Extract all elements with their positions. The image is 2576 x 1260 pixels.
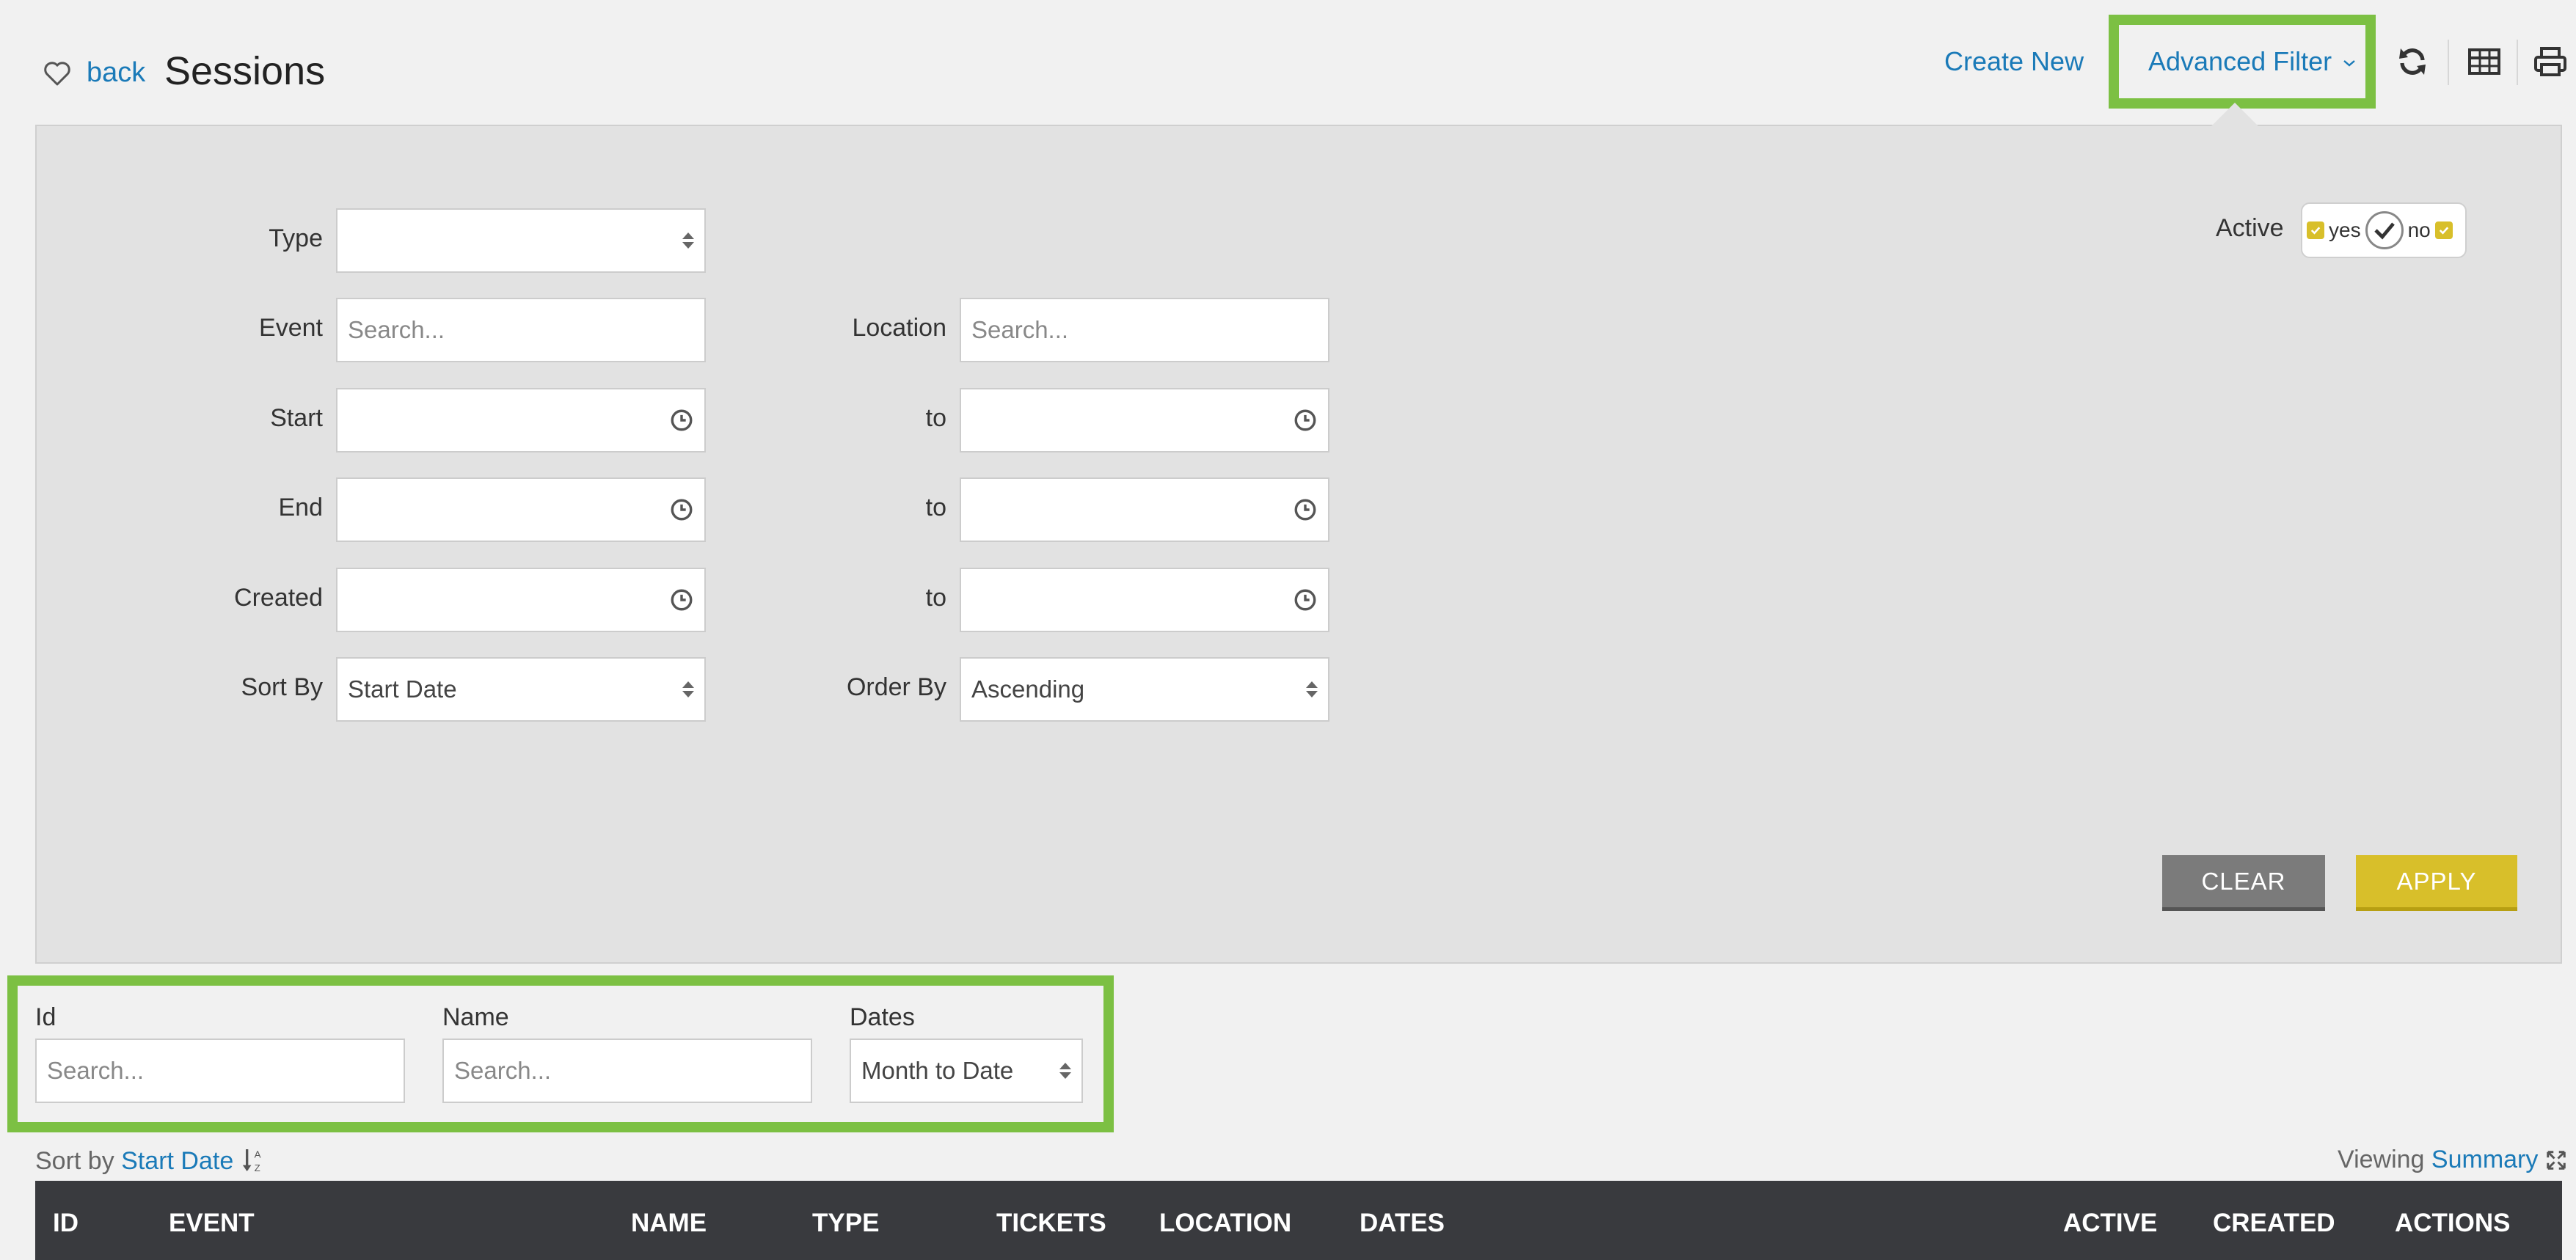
svg-text:A: A	[254, 1149, 260, 1160]
start-to-input[interactable]	[960, 388, 1329, 453]
sort-alpha-icon[interactable]: A Z	[241, 1146, 266, 1175]
created-label: Created	[234, 584, 323, 612]
clock-icon[interactable]	[669, 587, 694, 612]
header-divider	[2517, 40, 2518, 85]
viewing-row: Viewing Summary	[2338, 1146, 2567, 1174]
id-search-input[interactable]: Search...	[35, 1039, 405, 1103]
active-yes-label: yes	[2329, 219, 2361, 241]
sort-field-link[interactable]: Start Date	[121, 1147, 233, 1175]
column-header-active[interactable]: ACTIVE	[2063, 1209, 2157, 1238]
created-from-input[interactable]	[336, 568, 706, 632]
type-select[interactable]	[336, 208, 706, 273]
check-icon	[2374, 222, 2395, 240]
toggle-knob[interactable]	[2365, 211, 2404, 249]
clock-icon[interactable]	[1293, 497, 1318, 522]
name-label: Name	[442, 1003, 509, 1031]
chevron-down-icon	[2343, 60, 2355, 67]
type-label: Type	[269, 224, 323, 252]
clock-icon[interactable]	[1293, 408, 1318, 433]
order-by-select[interactable]: Ascending	[960, 657, 1329, 722]
active-no-label: no	[2407, 219, 2431, 241]
checkbox-checked-icon	[2307, 221, 2324, 239]
event-label: Event	[259, 314, 323, 342]
header-divider	[2448, 40, 2449, 85]
viewing-prefix: Viewing	[2338, 1146, 2425, 1173]
advanced-filter-button[interactable]: Advanced Filter	[2148, 46, 2357, 77]
dates-label: Dates	[850, 1003, 915, 1031]
active-toggle[interactable]: yes no	[2301, 202, 2467, 258]
table-icon[interactable]	[2467, 44, 2502, 79]
order-by-value: Ascending	[971, 675, 1085, 703]
created-to-label: to	[925, 584, 946, 612]
print-icon[interactable]	[2533, 44, 2568, 79]
event-search-input[interactable]: Search...	[336, 298, 706, 362]
sort-by-value: Start Date	[348, 675, 457, 703]
dates-select[interactable]: Month to Date	[850, 1039, 1083, 1103]
column-header-dates[interactable]: DATES	[1360, 1209, 1445, 1238]
location-placeholder: Search...	[971, 316, 1069, 343]
expand-icon[interactable]	[2545, 1149, 2567, 1171]
sort-by-label: Sort By	[241, 673, 323, 701]
column-header-location[interactable]: LOCATION	[1159, 1209, 1291, 1238]
active-label: Active	[2216, 214, 2284, 242]
advanced-filter-label: Advanced Filter	[2148, 46, 2332, 76]
end-label: End	[278, 494, 324, 521]
back-link[interactable]: back	[87, 57, 145, 89]
refresh-icon[interactable]	[2395, 44, 2430, 79]
checkbox-checked-icon	[2434, 221, 2453, 239]
column-header-tickets[interactable]: TICKETS	[996, 1209, 1106, 1238]
end-to-input[interactable]	[960, 477, 1329, 542]
apply-button[interactable]: APPLY	[2356, 855, 2517, 911]
sort-by-select[interactable]: Start Date	[336, 657, 706, 722]
start-from-input[interactable]	[336, 388, 706, 453]
name-search-input[interactable]: Search...	[442, 1039, 812, 1103]
select-arrows-icon	[1306, 681, 1318, 697]
select-arrows-icon	[1059, 1063, 1071, 1079]
column-header-id[interactable]: ID	[53, 1209, 79, 1238]
column-header-created[interactable]: CREATED	[2213, 1209, 2335, 1238]
end-from-input[interactable]	[336, 477, 706, 542]
column-header-event[interactable]: EVENT	[169, 1209, 255, 1238]
select-arrows-icon	[682, 232, 694, 249]
select-arrows-icon	[682, 681, 694, 697]
event-placeholder: Search...	[348, 316, 445, 343]
viewing-mode-link[interactable]: Summary	[2431, 1146, 2538, 1173]
column-header-actions[interactable]: ACTIONS	[2395, 1209, 2511, 1238]
svg-text:Z: Z	[254, 1162, 260, 1173]
id-label: Id	[35, 1003, 56, 1031]
column-header-type[interactable]: TYPE	[812, 1209, 879, 1238]
clock-icon[interactable]	[669, 408, 694, 433]
location-label: Location	[852, 314, 946, 342]
location-search-input[interactable]: Search...	[960, 298, 1329, 362]
clear-button[interactable]: CLEAR	[2162, 855, 2325, 911]
dates-value: Month to Date	[861, 1057, 1014, 1084]
sort-by-prefix: Sort by	[35, 1147, 114, 1175]
name-placeholder: Search...	[454, 1057, 552, 1084]
column-header-name[interactable]: NAME	[631, 1209, 707, 1238]
order-by-label: Order By	[846, 673, 946, 701]
start-to-label: to	[925, 404, 946, 432]
heart-icon[interactable]	[43, 59, 72, 88]
page-title: Sessions	[164, 49, 326, 93]
create-new-link[interactable]: Create New	[1944, 46, 2084, 77]
table-header	[35, 1181, 2562, 1260]
created-to-input[interactable]	[960, 568, 1329, 632]
id-placeholder: Search...	[47, 1057, 145, 1084]
start-label: Start	[270, 404, 323, 432]
sort-by-row: Sort by Start Date A Z	[35, 1146, 266, 1176]
panel-pointer	[2211, 103, 2258, 126]
end-to-label: to	[925, 494, 946, 521]
clock-icon[interactable]	[1293, 587, 1318, 612]
clock-icon[interactable]	[669, 497, 694, 522]
